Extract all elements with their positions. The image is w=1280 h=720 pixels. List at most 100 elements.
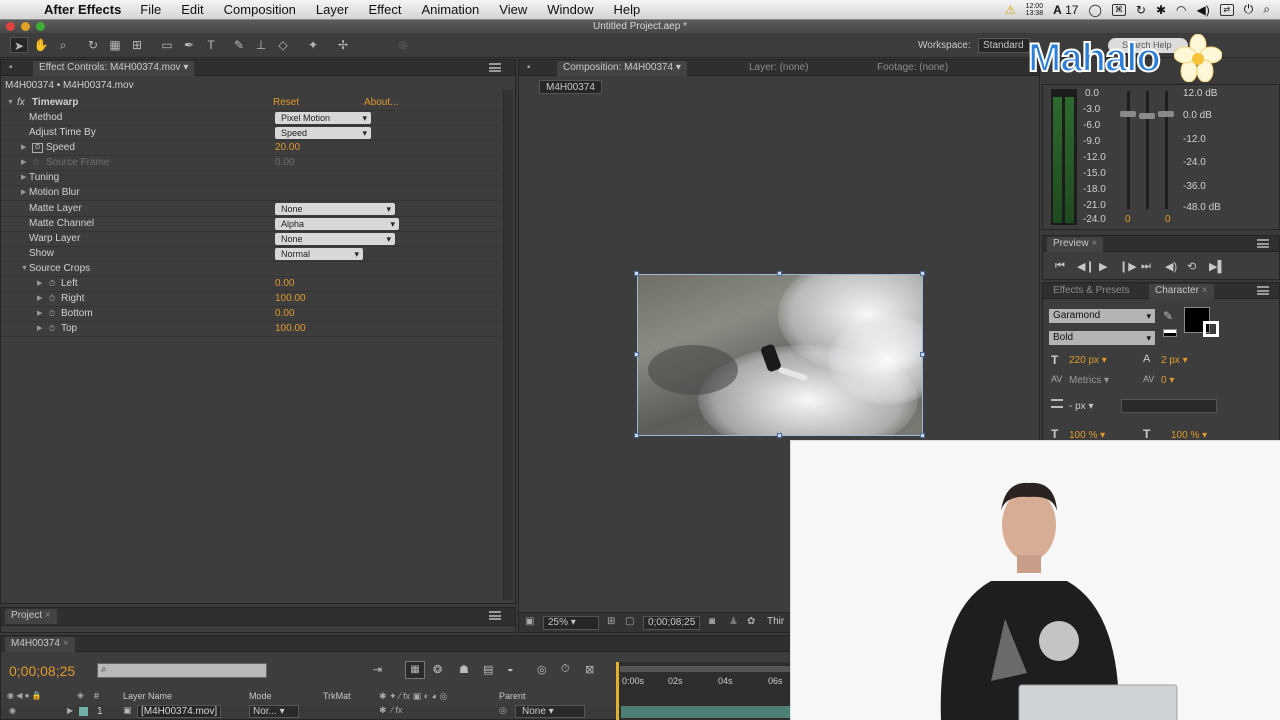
transform-handle[interactable]	[920, 271, 925, 276]
switches-icons[interactable]: ✱ ✦ ⁄ fx ▣ ◐ ◕ ◎	[379, 691, 447, 702]
composition-video-frame[interactable]	[637, 274, 923, 436]
transform-handle[interactable]	[634, 352, 639, 357]
about-link[interactable]: About...	[364, 96, 398, 110]
rectangle-tool-icon[interactable]: ▭	[158, 37, 176, 53]
chat-icon[interactable]: ◯	[1088, 3, 1101, 17]
pen-tool-icon[interactable]: ✒	[180, 37, 198, 53]
type-tool-icon[interactable]: T	[202, 37, 220, 53]
rotation-tool-icon[interactable]: ↻	[84, 37, 102, 53]
tab-preview[interactable]: Preview ×	[1047, 237, 1104, 252]
expand-triangle-icon[interactable]: ▶	[21, 156, 26, 170]
panel-menu-icon[interactable]	[1257, 239, 1269, 248]
pan-behind-tool-icon[interactable]: ⊞	[128, 37, 146, 53]
tab-character[interactable]: Character ×	[1149, 284, 1214, 299]
camera-tool-icon[interactable]: ▦	[106, 37, 124, 53]
expand-triangle-icon[interactable]: ▶	[21, 186, 26, 200]
font-style-dropdown[interactable]: Bold	[1049, 331, 1155, 345]
expand-triangle-icon[interactable]: ▶	[21, 141, 26, 155]
eyedropper-icon[interactable]: ✎	[1163, 309, 1173, 323]
black-white-swatch[interactable]	[1163, 329, 1177, 337]
audio-icon[interactable]: ◀)	[1165, 260, 1177, 273]
fx-icon[interactable]: fx	[17, 96, 25, 110]
play-icon[interactable]: ▶	[1099, 260, 1107, 273]
warning-icon[interactable]: ⚠	[1005, 3, 1016, 17]
crop-bottom-value[interactable]: 0.00	[275, 307, 294, 321]
timeline-search-input[interactable]: ⌕	[97, 663, 267, 678]
blend-mode-dropdown[interactable]: Nor... ▾	[249, 705, 299, 718]
matte-layer-dropdown[interactable]: None	[275, 203, 395, 215]
next-frame-icon[interactable]: ❙▶	[1119, 260, 1137, 273]
tab-timeline[interactable]: M4H00374 ×	[5, 637, 75, 652]
tab-layer[interactable]: Layer: (none)	[743, 61, 814, 76]
battery-icon[interactable]: ⇄	[1219, 3, 1234, 16]
live-update-icon[interactable]: ▦	[405, 661, 425, 679]
stopwatch-icon[interactable]: ⏱	[49, 322, 55, 336]
shy-layers-icon[interactable]: ☗	[459, 663, 469, 676]
stopwatch-icon[interactable]: ⏱	[49, 292, 55, 306]
transform-handle[interactable]	[634, 433, 639, 438]
expand-triangle-icon[interactable]: ▶	[21, 171, 26, 185]
speed-value[interactable]: 20.00	[275, 141, 300, 155]
grid-icon[interactable]: ⊞	[607, 616, 615, 627]
column-layer-name[interactable]: Layer Name	[123, 691, 172, 701]
expand-triangle-icon[interactable]: ▶	[37, 307, 42, 321]
clock-widget[interactable]: 12:00 13:38	[1026, 3, 1044, 17]
menu-file[interactable]: File	[140, 2, 161, 17]
eraser-tool-icon[interactable]: ◇	[274, 37, 292, 53]
close-tab-icon[interactable]: ×	[63, 638, 69, 649]
panel-menu-icon[interactable]	[1257, 286, 1269, 295]
mask-visibility-icon[interactable]: ▢	[625, 616, 634, 627]
zoom-tool-icon[interactable]: ⌕	[54, 37, 72, 53]
visibility-eye-icon[interactable]: ◉	[9, 706, 16, 715]
puppet-pin-tool-icon[interactable]: ✢	[334, 37, 352, 53]
axis-mode-icon[interactable]: ⊕	[394, 37, 412, 53]
view-label[interactable]: Thir	[767, 616, 784, 627]
selection-tool-icon[interactable]: ➤	[10, 37, 28, 53]
always-preview-icon[interactable]: ▣	[525, 616, 534, 627]
motion-blur-icon[interactable]: ◒	[507, 663, 514, 675]
layer-duration-bar[interactable]	[621, 706, 801, 718]
panel-grip-icon[interactable]: ▪	[527, 62, 531, 73]
column-mode[interactable]: Mode	[249, 691, 272, 701]
channel-icon[interactable]: ✿	[747, 616, 755, 627]
show-dropdown[interactable]: Normal	[275, 248, 363, 260]
panel-menu-icon[interactable]	[489, 611, 501, 620]
current-time-indicator[interactable]	[616, 662, 619, 720]
font-size-value[interactable]: 220 px ▾	[1069, 355, 1107, 366]
transform-handle[interactable]	[777, 433, 782, 438]
effect-controls-scrollbar[interactable]	[503, 90, 513, 600]
stopwatch-active-icon[interactable]: ⏱	[32, 143, 43, 153]
group-source-crops[interactable]: ▼ Source Crops	[1, 262, 501, 277]
composition-breadcrumb[interactable]: M4H00374	[539, 80, 602, 94]
menu-edit[interactable]: Edit	[181, 2, 203, 17]
comp-mini-flowchart-icon[interactable]: ⇥	[373, 663, 382, 676]
expand-triangle-icon[interactable]: ▶	[37, 322, 42, 336]
volume-slider-handle[interactable]	[1139, 113, 1155, 119]
reset-link[interactable]: Reset	[273, 96, 299, 110]
menu-window[interactable]: Window	[547, 2, 593, 17]
transform-handle[interactable]	[634, 271, 639, 276]
tab-effects-presets[interactable]: Effects & Presets	[1047, 284, 1136, 299]
input-menu-icon[interactable]: ⌘	[1111, 3, 1126, 16]
stopwatch-icon[interactable]: ⏱	[561, 663, 570, 676]
transform-handle[interactable]	[777, 271, 782, 276]
left-channel-value[interactable]: 0	[1125, 214, 1131, 225]
collapse-triangle-icon[interactable]: ▼	[21, 262, 28, 276]
stopwatch-icon[interactable]: ⏱	[33, 156, 39, 170]
adobe-status-icon[interactable]: A 17	[1053, 3, 1078, 17]
volume-slider-handle[interactable]	[1158, 111, 1174, 117]
brush-tool-icon[interactable]: ✎	[230, 37, 248, 53]
expand-triangle-icon[interactable]: ▶	[37, 277, 42, 291]
stopwatch-icon[interactable]: ⏱	[49, 307, 55, 321]
time-machine-icon[interactable]: ↻	[1136, 3, 1146, 17]
loop-icon[interactable]: ⟲	[1187, 260, 1196, 273]
close-tab-icon[interactable]: ×	[45, 610, 51, 621]
close-window-button[interactable]	[6, 22, 15, 31]
roto-brush-tool-icon[interactable]: ✦	[304, 37, 322, 53]
menu-layer[interactable]: Layer	[316, 2, 349, 17]
app-menu[interactable]: After Effects	[44, 2, 121, 17]
layer-switches[interactable]: ✱ ⁄ fx	[379, 705, 403, 716]
previous-frame-icon[interactable]: ◀❙	[1077, 260, 1095, 273]
wifi-icon[interactable]: ◠	[1176, 3, 1186, 17]
workspace-dropdown[interactable]: Standard	[978, 38, 1030, 53]
